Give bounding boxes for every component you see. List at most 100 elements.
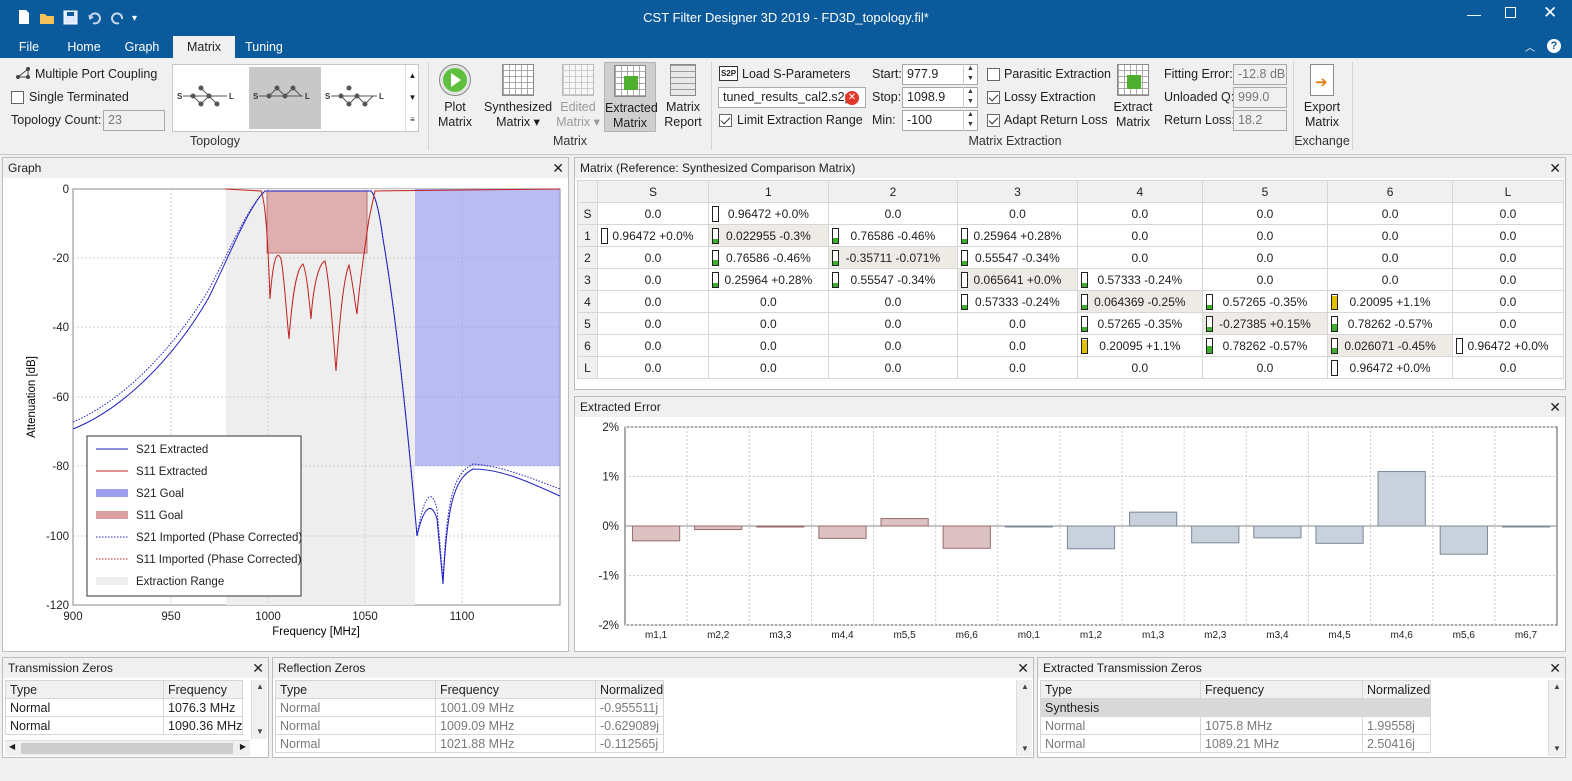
matrix-cell[interactable]: 0.0 [956, 356, 1078, 379]
matrix-cell[interactable]: 0.0 [597, 268, 709, 291]
matrix-cell[interactable]: -0.35711 -0.071% [827, 246, 958, 269]
tz-hscroll[interactable]: ◀ ▶ [5, 740, 250, 756]
matrix-cell[interactable]: 0.0 [1452, 312, 1564, 335]
matrix-cell[interactable]: 0.76586 -0.46% [827, 224, 958, 247]
coupling-matrix-table[interactable]: S123456L S 0.0 0.96472 +0.0% 0.0 0.0 0.0 0.0 0.… [577, 180, 1564, 379]
matrix-cell[interactable]: 0.0 [597, 334, 709, 357]
matrix-cell[interactable]: 0.0 [1076, 224, 1203, 247]
extracted-error-chart[interactable]: 2% 1% 0% -1% -2% m1,1 m2,2 m3,3 m4,4 m5,5 m6,6 m0,… [575, 418, 1565, 651]
matrix-cell[interactable]: 0.0 [1327, 224, 1454, 247]
matrix-cell[interactable]: 0.026071 -0.45% [1327, 334, 1454, 357]
matrix-cell[interactable]: 0.064369 -0.25% [1076, 290, 1203, 313]
matrix-cell[interactable]: 0.0 [1452, 268, 1564, 291]
minimize-icon[interactable]: — [1467, 6, 1481, 22]
extracted-matrix-button[interactable]: Extracted Matrix [604, 62, 658, 132]
close-icon[interactable]: ✕ [1017, 658, 1029, 678]
min-spin[interactable]: ▲ ▼ [963, 110, 977, 131]
matrix-cell[interactable]: 0.96472 +0.0% [1452, 334, 1564, 357]
matrix-cell[interactable]: 0.25964 +0.28% [707, 268, 829, 291]
matrix-cell[interactable]: 0.0 [1327, 246, 1454, 269]
matrix-cell[interactable]: 0.20095 +1.1% [1076, 334, 1203, 357]
matrix-cell[interactable]: 0.0 [827, 202, 958, 225]
matrix-cell[interactable]: 0.0 [827, 356, 958, 379]
matrix-cell[interactable]: 0.0 [1452, 290, 1564, 313]
matrix-cell[interactable]: 0.57265 -0.35% [1076, 312, 1203, 335]
matrix-cell[interactable]: 0.0 [1201, 202, 1329, 225]
help-icon[interactable]: ? [1547, 39, 1561, 53]
tab-home[interactable]: Home [58, 36, 110, 58]
rz-vscroll[interactable]: ▲ ▼ [1016, 680, 1032, 756]
matrix-cell[interactable]: 0.0 [707, 334, 829, 357]
matrix-cell[interactable]: 0.0 [827, 334, 958, 357]
tab-graph[interactable]: Graph [116, 36, 168, 58]
start-spin[interactable]: ▲ ▼ [963, 64, 977, 85]
matrix-cell[interactable]: 0.25964 +0.28% [956, 224, 1078, 247]
matrix-cell[interactable]: 0.0 [597, 202, 709, 225]
adapt-return-loss-checkbox[interactable] [987, 114, 1000, 127]
matrix-cell[interactable]: 0.0 [827, 312, 958, 335]
topology-gallery[interactable]: S L S L S L ▲ ▼ ≡ [172, 64, 419, 132]
matrix-cell[interactable]: 0.0 [1452, 356, 1564, 379]
export-matrix-button[interactable]: ➔ Export Matrix [1298, 62, 1346, 132]
tab-matrix[interactable]: Matrix [173, 36, 235, 58]
maximize-icon[interactable] [1505, 7, 1516, 18]
matrix-cell[interactable]: 0.0 [707, 290, 829, 313]
matrix-cell[interactable]: 0.0 [1076, 246, 1203, 269]
matrix-cell[interactable]: 0.0 [597, 290, 709, 313]
tz-table[interactable]: Type Frequency Normal 1076.3 MHz Normal 109… [5, 680, 244, 735]
multiple-port-label[interactable]: Multiple Port Coupling [35, 67, 157, 81]
close-icon[interactable]: ✕ [552, 158, 564, 178]
matrix-cell[interactable]: 0.0 [1076, 202, 1203, 225]
parasitic-checkbox[interactable] [987, 68, 1000, 81]
matrix-cell[interactable]: -0.27385 +0.15% [1201, 312, 1329, 335]
matrix-cell[interactable]: 0.0 [707, 312, 829, 335]
matrix-cell[interactable]: 0.57265 -0.35% [1201, 290, 1329, 313]
close-icon[interactable]: ✕ [252, 658, 264, 678]
close-icon[interactable]: ✕ [1549, 397, 1561, 417]
tab-tuning[interactable]: Tuning [238, 36, 290, 58]
gallery-scroll[interactable]: ▲ ▼ ≡ [405, 65, 419, 131]
matrix-cell[interactable]: 0.0 [1201, 268, 1329, 291]
collapse-ribbon-icon[interactable]: ︿ [1525, 39, 1535, 54]
matrix-cell[interactable]: 0.0 [956, 312, 1078, 335]
matrix-cell[interactable]: 0.0 [597, 356, 709, 379]
tz-vscroll[interactable]: ▲ ▼ [251, 680, 267, 739]
matrix-cell[interactable]: 0.0 [956, 202, 1078, 225]
matrix-cell[interactable]: 0.20095 +1.1% [1327, 290, 1454, 313]
matrix-cell[interactable]: 0.96472 +0.0% [1327, 356, 1454, 379]
matrix-cell[interactable]: 0.065641 +0.0% [956, 268, 1078, 291]
matrix-cell[interactable]: 0.96472 +0.0% [597, 224, 709, 247]
matrix-cell[interactable]: 0.022955 -0.3% [707, 224, 829, 247]
clear-file-icon[interactable]: ✕ [845, 91, 859, 105]
edited-matrix-button[interactable]: Edited Matrix ▾ [555, 62, 601, 132]
matrix-cell[interactable]: 0.0 [1327, 202, 1454, 225]
matrix-cell[interactable]: 0.57333 -0.24% [1076, 268, 1203, 291]
load-s-parameters-button[interactable]: Load S-Parameters [742, 67, 850, 81]
plot-matrix-button[interactable]: Plot Matrix [434, 62, 476, 132]
etz-vscroll[interactable]: ▲ ▼ [1548, 680, 1564, 756]
matrix-cell[interactable]: 0.55547 -0.34% [827, 268, 958, 291]
matrix-cell[interactable]: 0.0 [1452, 202, 1564, 225]
matrix-cell[interactable]: 0.0 [956, 334, 1078, 357]
synthesized-matrix-button[interactable]: Synthesized Matrix ▾ [484, 62, 552, 132]
matrix-cell[interactable]: 0.0 [1201, 246, 1329, 269]
matrix-cell[interactable]: 0.76586 -0.46% [707, 246, 829, 269]
tab-file[interactable]: File [10, 36, 48, 58]
s-parameter-plot[interactable]: 0 -20 -40 -60 -80 -100 -120 900 950 1000… [3, 179, 568, 651]
close-icon[interactable]: ✕ [1543, 3, 1557, 23]
matrix-cell[interactable]: 0.0 [597, 246, 709, 269]
matrix-cell[interactable]: 0.0 [1201, 356, 1329, 379]
matrix-cell[interactable]: 0.0 [597, 312, 709, 335]
rz-table[interactable]: Type Frequency Normalized Normal 1001.09 MH… [275, 680, 665, 753]
matrix-cell[interactable]: 0.0 [1452, 246, 1564, 269]
matrix-report-button[interactable]: Matrix Report [662, 62, 704, 132]
limit-range-checkbox[interactable] [719, 114, 732, 127]
matrix-cell[interactable]: 0.0 [707, 356, 829, 379]
matrix-cell[interactable]: 0.0 [1327, 268, 1454, 291]
s2p-file-field[interactable]: tuned_results_cal2.s2p [718, 87, 866, 108]
extract-matrix-button[interactable]: Extract Matrix [1110, 62, 1156, 132]
close-icon[interactable]: ✕ [1549, 158, 1561, 178]
etz-table[interactable]: Type Frequency Normalized Synthesis Normal… [1039, 680, 1432, 753]
matrix-cell[interactable]: 0.78262 -0.57% [1327, 312, 1454, 335]
close-icon[interactable]: ✕ [1549, 658, 1561, 678]
